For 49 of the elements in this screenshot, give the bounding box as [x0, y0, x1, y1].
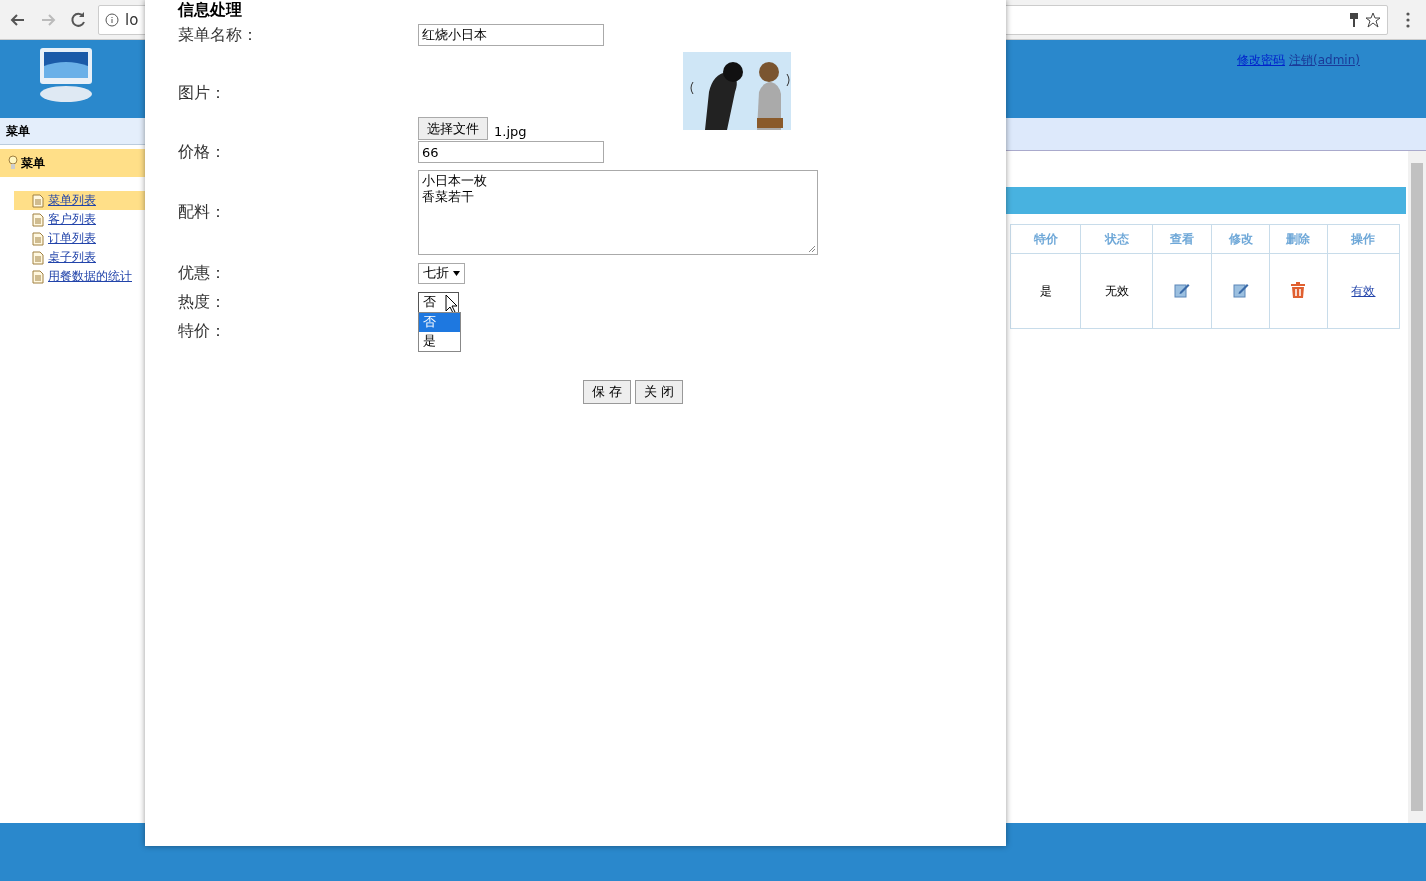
field-label: 图片： [178, 82, 227, 104]
edit-icon[interactable] [1174, 281, 1191, 298]
sidebar-item[interactable]: 桌子列表 [14, 248, 145, 267]
input-field[interactable]: 66 [418, 141, 604, 163]
sidebar-item[interactable]: 订单列表 [14, 229, 145, 248]
address-text: lo [125, 10, 139, 29]
field-label: 配料： [178, 201, 227, 223]
field-label: 特价： [178, 320, 227, 342]
input-field[interactable]: 红烧小日本 [418, 24, 604, 46]
column-header: 操作 [1327, 224, 1400, 254]
field-label: 价格： [178, 141, 227, 163]
sidebar-item[interactable]: 用餐数据的统计 [14, 267, 145, 286]
sidebar-item[interactable]: 菜单列表 [14, 191, 145, 210]
caret-icon [453, 269, 460, 277]
save-button[interactable]: 保 存 [582, 380, 631, 404]
textarea-field[interactable]: 小日本一枚 香菜若干 [418, 169, 818, 255]
column-header: 删除 [1269, 224, 1328, 254]
column-header: 特价 [1010, 224, 1081, 254]
edit-icon[interactable] [1232, 281, 1249, 298]
sidebar-title: 菜单 [0, 118, 145, 145]
dropdown[interactable]: 七折 [418, 262, 465, 284]
document-icon [32, 212, 44, 227]
dialog-title: 信息处理 [178, 0, 242, 21]
trash-icon[interactable] [1290, 280, 1307, 299]
field-label: 菜单名称： [178, 24, 259, 46]
dropdown-option[interactable]: 否 [419, 313, 460, 333]
table-cell: 无效 [1104, 283, 1129, 298]
table-cell: 是 [1039, 283, 1052, 298]
scrollbar[interactable] [1408, 151, 1426, 823]
document-icon [32, 250, 44, 265]
column-header: 查看 [1152, 224, 1212, 254]
choose-file-button[interactable]: 选择文件 [418, 117, 488, 140]
field-label: 热度： [178, 291, 227, 313]
lightbulb-icon [8, 155, 18, 171]
document-icon [32, 269, 44, 284]
info-icon [105, 12, 119, 27]
column-header: 修改 [1211, 224, 1270, 254]
document-icon [32, 231, 44, 246]
sidebar-section[interactable]: 菜单 [0, 149, 145, 177]
star-icon[interactable] [1365, 11, 1381, 28]
document-icon [32, 193, 44, 208]
resize-grip-icon[interactable] [808, 244, 816, 253]
column-header: 状态 [1080, 224, 1153, 254]
file-name: 1.jpg [494, 124, 527, 139]
section-label: 菜单 [21, 154, 45, 172]
field-label: 优惠： [178, 262, 227, 284]
status-link[interactable]: 有效 [1351, 283, 1376, 298]
sidebar-item[interactable]: 客户列表 [14, 210, 145, 229]
close-button[interactable]: 关 闭 [635, 380, 684, 404]
